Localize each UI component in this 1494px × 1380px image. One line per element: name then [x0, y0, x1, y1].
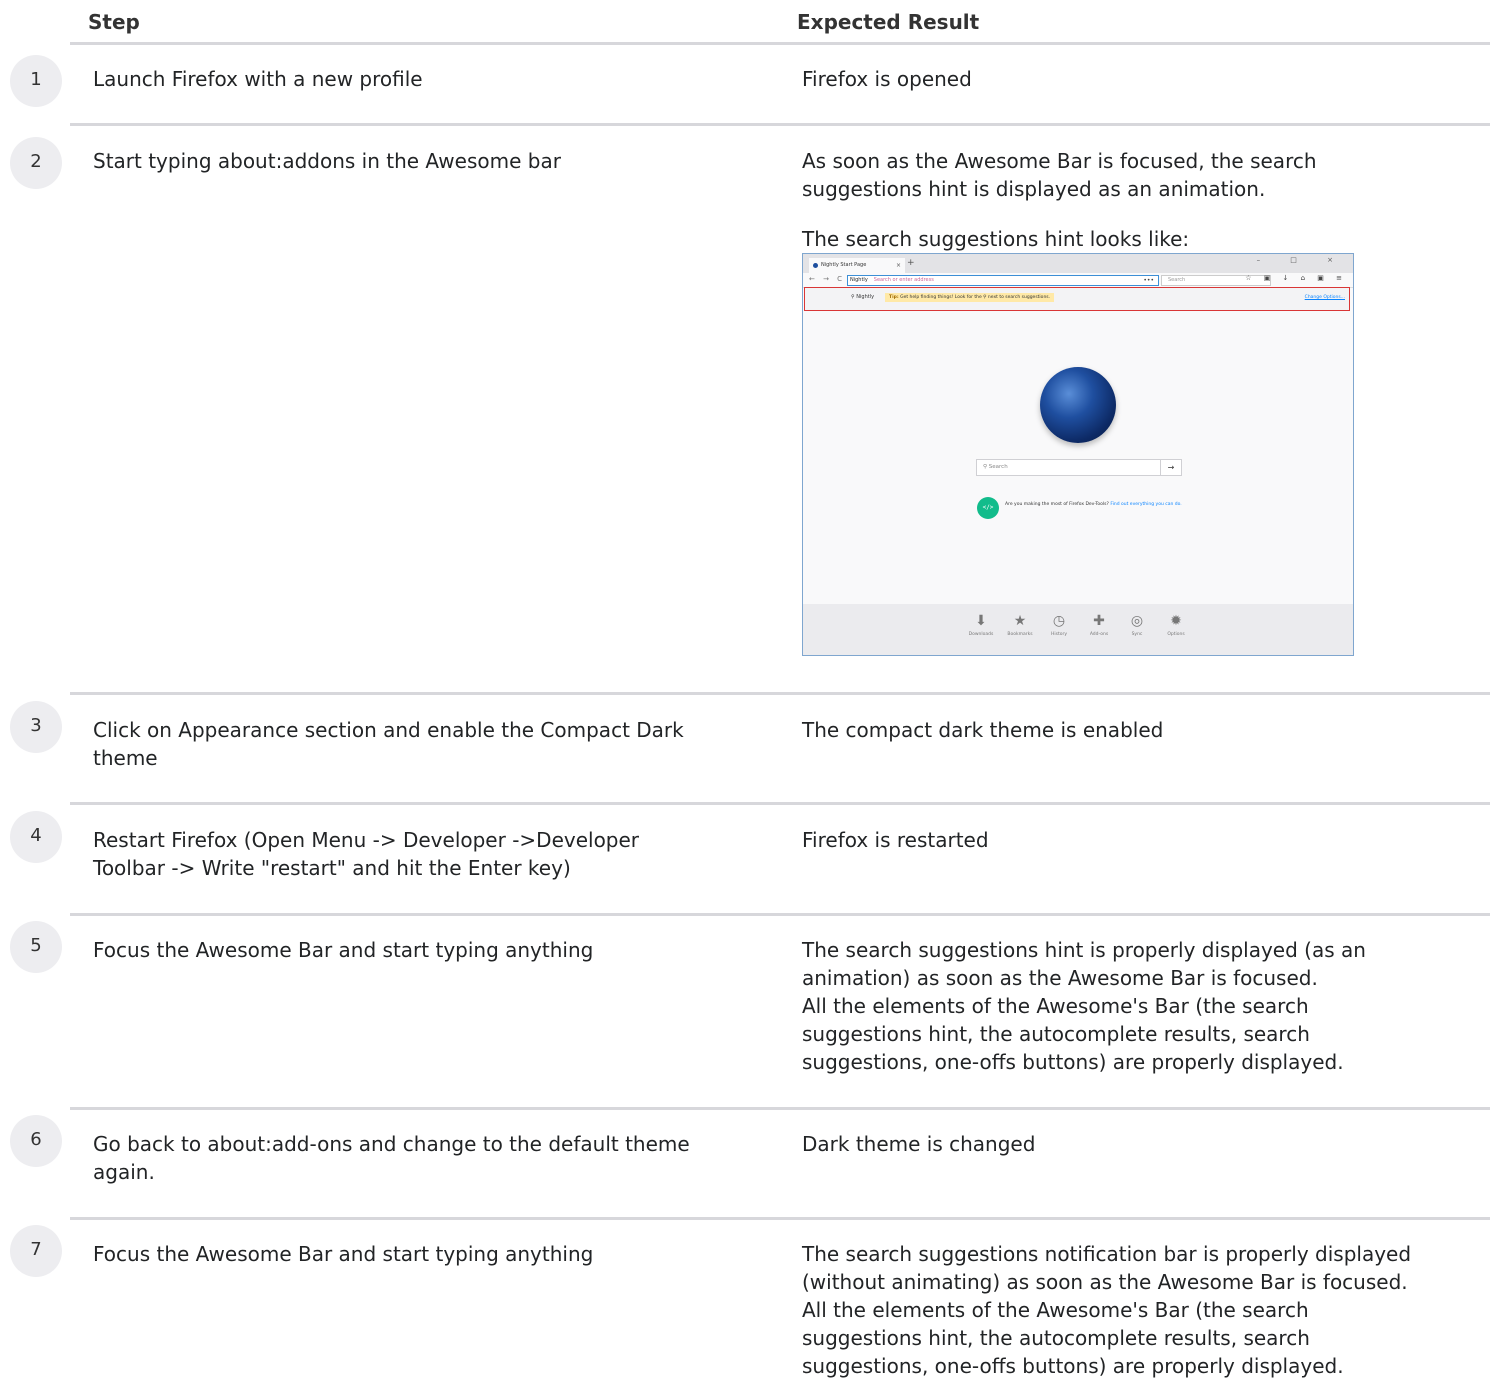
step-number: 5	[10, 921, 62, 973]
expected-text: As soon as the Awesome Bar is focused, t…	[802, 149, 1317, 201]
tab-strip: Nightly Start Page × + – □ ×	[803, 254, 1353, 273]
change-options-link[interactable]: Change Options...	[1305, 295, 1345, 300]
step-text: Launch Firefox with a new profile	[93, 67, 423, 91]
launcher-footer: ⬇ Downloads ★ Bookmarks ◷ History ✚ Add-ons …	[803, 604, 1353, 655]
step-text: Go back to about:add-ons and change to t…	[93, 1132, 690, 1184]
sync-icon: ◎	[1130, 613, 1144, 629]
table-header: Step Expected Result	[70, 0, 1490, 45]
step-text: Click on Appearance section and enable t…	[93, 718, 684, 770]
step-number: 1	[10, 55, 62, 107]
footer-options[interactable]: ✹ Options	[1159, 612, 1193, 637]
row-divider	[70, 692, 1490, 695]
snippet-link[interactable]: Find out everything you can do.	[1110, 502, 1181, 507]
row-divider	[70, 802, 1490, 805]
history-icon: ◷	[1052, 613, 1066, 629]
addons-icon: ✚	[1093, 613, 1105, 629]
row-divider	[70, 1217, 1490, 1220]
search-suggestions-hint: ⚲ Nightly Tip: Get help finding things! …	[804, 287, 1350, 311]
table-row: 6 Go back to about:add-ons and change to…	[0, 1115, 1494, 1215]
header-expected-result: Expected Result	[797, 10, 980, 34]
hint-search-label: ⚲ Nightly	[851, 294, 875, 300]
row-divider	[70, 913, 1490, 916]
step-number: 4	[10, 811, 62, 863]
step-text: Focus the Awesome Bar and start typing a…	[93, 1242, 594, 1266]
nightly-logo-icon	[813, 263, 818, 268]
expected-text-extra: The search suggestions hint looks like:	[802, 227, 1190, 251]
step-number: 7	[10, 1225, 62, 1277]
expected-text: Firefox is opened	[802, 67, 972, 91]
url-bar[interactable]: Nightly Search or enter address •••	[847, 275, 1159, 286]
step-text: Focus the Awesome Bar and start typing a…	[93, 938, 594, 962]
footer-history[interactable]: ◷ History	[1042, 612, 1076, 637]
footer-sync[interactable]: ◎ Sync	[1120, 612, 1154, 637]
close-icon[interactable]: ×	[896, 258, 901, 273]
download-icon: ⬇	[975, 613, 987, 629]
bookmark-icon: ★	[1013, 613, 1027, 629]
step-text: Restart Firefox (Open Menu -> Developer …	[93, 828, 640, 880]
step-number: 2	[10, 137, 62, 189]
options-icon: ✹	[1170, 613, 1182, 629]
search-go-button[interactable]: →	[1160, 459, 1182, 476]
window-controls[interactable]: – □ ×	[1257, 256, 1347, 264]
table-row: 5 Focus the Awesome Bar and start typing…	[0, 921, 1494, 1106]
step-number: 3	[10, 701, 62, 753]
toolbar-icons[interactable]: ☆ ▣ ↓ ⌂ ▣ ≡	[1245, 274, 1347, 282]
footer-addons[interactable]: ✚ Add-ons	[1082, 612, 1116, 637]
table-row: 4 Restart Firefox (Open Menu -> Develope…	[0, 811, 1494, 911]
expected-text: Dark theme is changed	[802, 1132, 1036, 1156]
tab-title: Nightly Start Page	[821, 262, 867, 268]
identity-label: Nightly	[850, 277, 868, 283]
firefox-globe-logo	[1040, 367, 1116, 443]
firefox-screenshot: Nightly Start Page × + – □ × ← → C Night…	[802, 253, 1354, 656]
footer-downloads[interactable]: ⬇ Downloads	[964, 612, 998, 637]
tab-nightly-start-page[interactable]: Nightly Start Page ×	[809, 258, 905, 273]
header-step: Step	[88, 10, 140, 34]
devtools-icon: </>	[977, 497, 999, 519]
row-divider	[70, 123, 1490, 126]
page-actions-icon[interactable]: •••	[1143, 276, 1154, 285]
nav-bar: ← → C Nightly Search or enter address •••…	[803, 273, 1353, 288]
nav-buttons[interactable]: ← → C	[809, 275, 845, 283]
expected-text: Firefox is restarted	[802, 828, 989, 852]
table-row: 3 Click on Appearance section and enable…	[0, 701, 1494, 801]
row-divider	[70, 1107, 1490, 1110]
footer-bookmarks[interactable]: ★ Bookmarks	[1003, 612, 1037, 637]
snippet-text: Are you making the most of Firefox Dev-T…	[1005, 502, 1182, 507]
content-search-input[interactable]: ⚲ Search	[976, 459, 1166, 476]
step-number: 6	[10, 1115, 62, 1167]
expected-text: The search suggestions hint is properly …	[802, 938, 1366, 1074]
table-row: 7 Focus the Awesome Bar and start typing…	[0, 1225, 1494, 1380]
url-placeholder: Search or enter address	[873, 277, 934, 283]
hint-tip: Tip: Get help finding things! Look for t…	[885, 293, 1055, 302]
expected-text: The search suggestions notification bar …	[802, 1242, 1412, 1378]
step-text: Start typing about:addons in the Awesome…	[93, 149, 561, 173]
table-row: 1 Launch Firefox with a new profile Fire…	[0, 55, 1494, 125]
new-tab-button[interactable]: +	[907, 258, 915, 268]
expected-text: The compact dark theme is enabled	[802, 718, 1164, 742]
